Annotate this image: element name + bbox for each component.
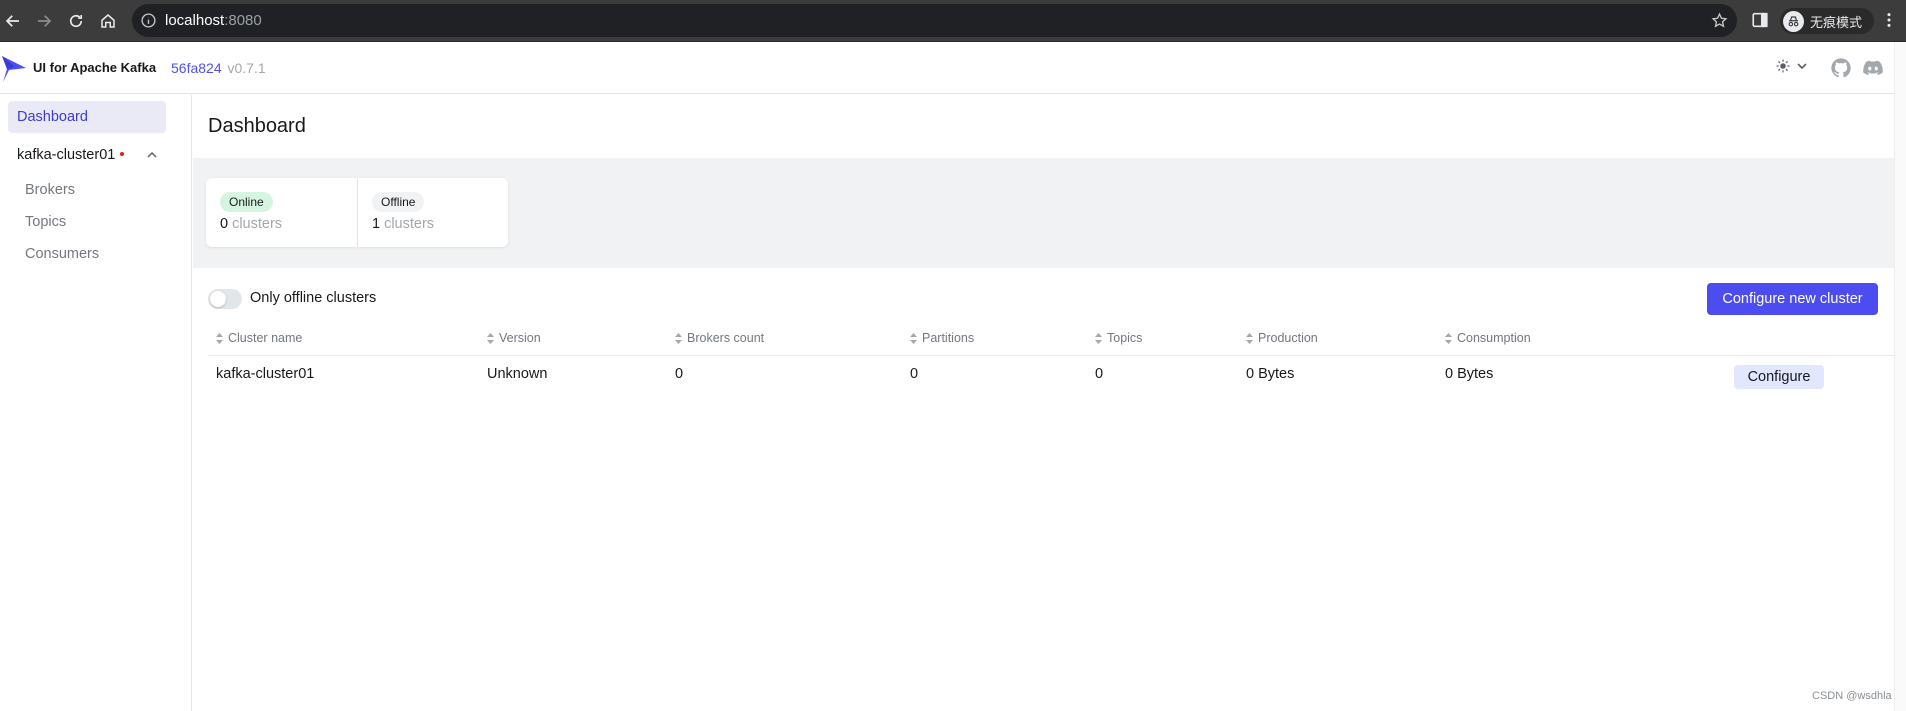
incognito-label: 无痕模式 — [1810, 15, 1863, 31]
column-header-version[interactable]: Version — [487, 331, 541, 345]
table-header-divider — [208, 355, 1894, 356]
metric-online: Online 0 clusters — [206, 178, 357, 247]
sort-icon — [216, 332, 223, 344]
column-header-topics[interactable]: Topics — [1095, 331, 1142, 345]
configure-button[interactable]: Configure — [1734, 365, 1824, 389]
sort-icon — [675, 332, 682, 344]
cell-partitions: 0 — [910, 366, 919, 382]
cell-brokers-count: 0 — [675, 366, 684, 382]
column-header-cluster-name[interactable]: Cluster name — [216, 331, 302, 345]
incognito-profile[interactable]: 无痕模式 — [1780, 8, 1875, 34]
toggle-knob — [210, 291, 226, 307]
chevron-up-icon[interactable] — [146, 149, 158, 161]
reload-icon[interactable] — [64, 9, 88, 33]
url-text[interactable]: localhost:8080 — [165, 12, 262, 29]
sort-icon — [1095, 332, 1102, 344]
offline-clusters-toggle-label[interactable]: Only offline clusters — [250, 290, 376, 306]
app-header: UI for Apache Kafka 56fa824 v0.7.1 — [0, 42, 1894, 94]
sidebar-item-topics[interactable]: Topics — [25, 214, 66, 230]
commit-hash[interactable]: 56fa824 — [171, 60, 222, 76]
chevron-down-icon — [1797, 63, 1807, 70]
back-icon[interactable] — [1, 9, 25, 33]
bookmark-star-icon[interactable] — [1711, 12, 1728, 29]
sort-icon — [1445, 332, 1452, 344]
sun-icon — [1776, 59, 1790, 73]
sidebar-item-brokers[interactable]: Brokers — [25, 182, 75, 198]
github-icon[interactable] — [1830, 57, 1852, 79]
configure-new-cluster-button[interactable]: Configure new cluster — [1707, 283, 1878, 315]
side-panel-icon[interactable] — [1751, 11, 1769, 29]
sort-icon — [1246, 332, 1253, 344]
theme-toggle[interactable] — [1775, 58, 1808, 74]
discord-icon[interactable] — [1862, 57, 1884, 79]
cell-production: 0 Bytes — [1246, 366, 1295, 382]
version-info[interactable]: 56fa824 v0.7.1 — [171, 60, 266, 76]
sidebar-item-cluster[interactable]: kafka-cluster01 — [8, 139, 166, 171]
sort-icon — [487, 332, 494, 344]
app-title[interactable]: UI for Apache Kafka — [33, 60, 156, 75]
online-badge: Online — [220, 192, 273, 212]
offline-status-dot — [120, 152, 125, 156]
incognito-icon — [1783, 10, 1804, 32]
menu-dots-icon[interactable] — [1880, 10, 1898, 30]
version-number: v0.7.1 — [227, 60, 266, 76]
sidebar: Dashboard kafka-cluster01 Brokers Topics… — [0, 95, 192, 711]
metric-offline: Offline 1 clusters — [358, 178, 508, 247]
site-info-icon[interactable] — [140, 12, 157, 29]
watermark: CSDN @wsdhla — [1812, 690, 1892, 702]
browser-toolbar: localhost:8080 无痕模式 — [0, 0, 1906, 42]
cell-version: Unknown — [487, 366, 548, 382]
cell-cluster-name[interactable]: kafka-cluster01 — [216, 366, 314, 382]
online-count: 0 clusters — [220, 216, 283, 232]
sort-icon — [910, 332, 917, 344]
home-icon[interactable] — [96, 9, 120, 33]
forward-icon[interactable] — [32, 9, 56, 33]
column-header-consumption[interactable]: Consumption — [1445, 331, 1531, 345]
cluster-name: kafka-cluster01 — [17, 147, 116, 163]
column-header-partitions[interactable]: Partitions — [910, 331, 974, 345]
column-header-production[interactable]: Production — [1246, 331, 1318, 345]
offline-clusters-toggle[interactable] — [208, 289, 242, 309]
sidebar-item-dashboard[interactable]: Dashboard — [8, 101, 166, 133]
logo-icon[interactable] — [1, 53, 27, 83]
sidebar-item-consumers[interactable]: Consumers — [25, 246, 99, 262]
cell-topics: 0 — [1095, 366, 1104, 382]
offline-count: 1 clusters — [372, 216, 435, 232]
address-bar[interactable]: localhost:8080 — [132, 4, 1737, 37]
offline-badge: Offline — [372, 192, 425, 212]
page-title: Dashboard — [208, 115, 306, 137]
column-header-brokers-count[interactable]: Brokers count — [675, 331, 764, 345]
scrollbar-track[interactable] — [1894, 42, 1906, 711]
cell-consumption: 0 Bytes — [1445, 366, 1494, 382]
